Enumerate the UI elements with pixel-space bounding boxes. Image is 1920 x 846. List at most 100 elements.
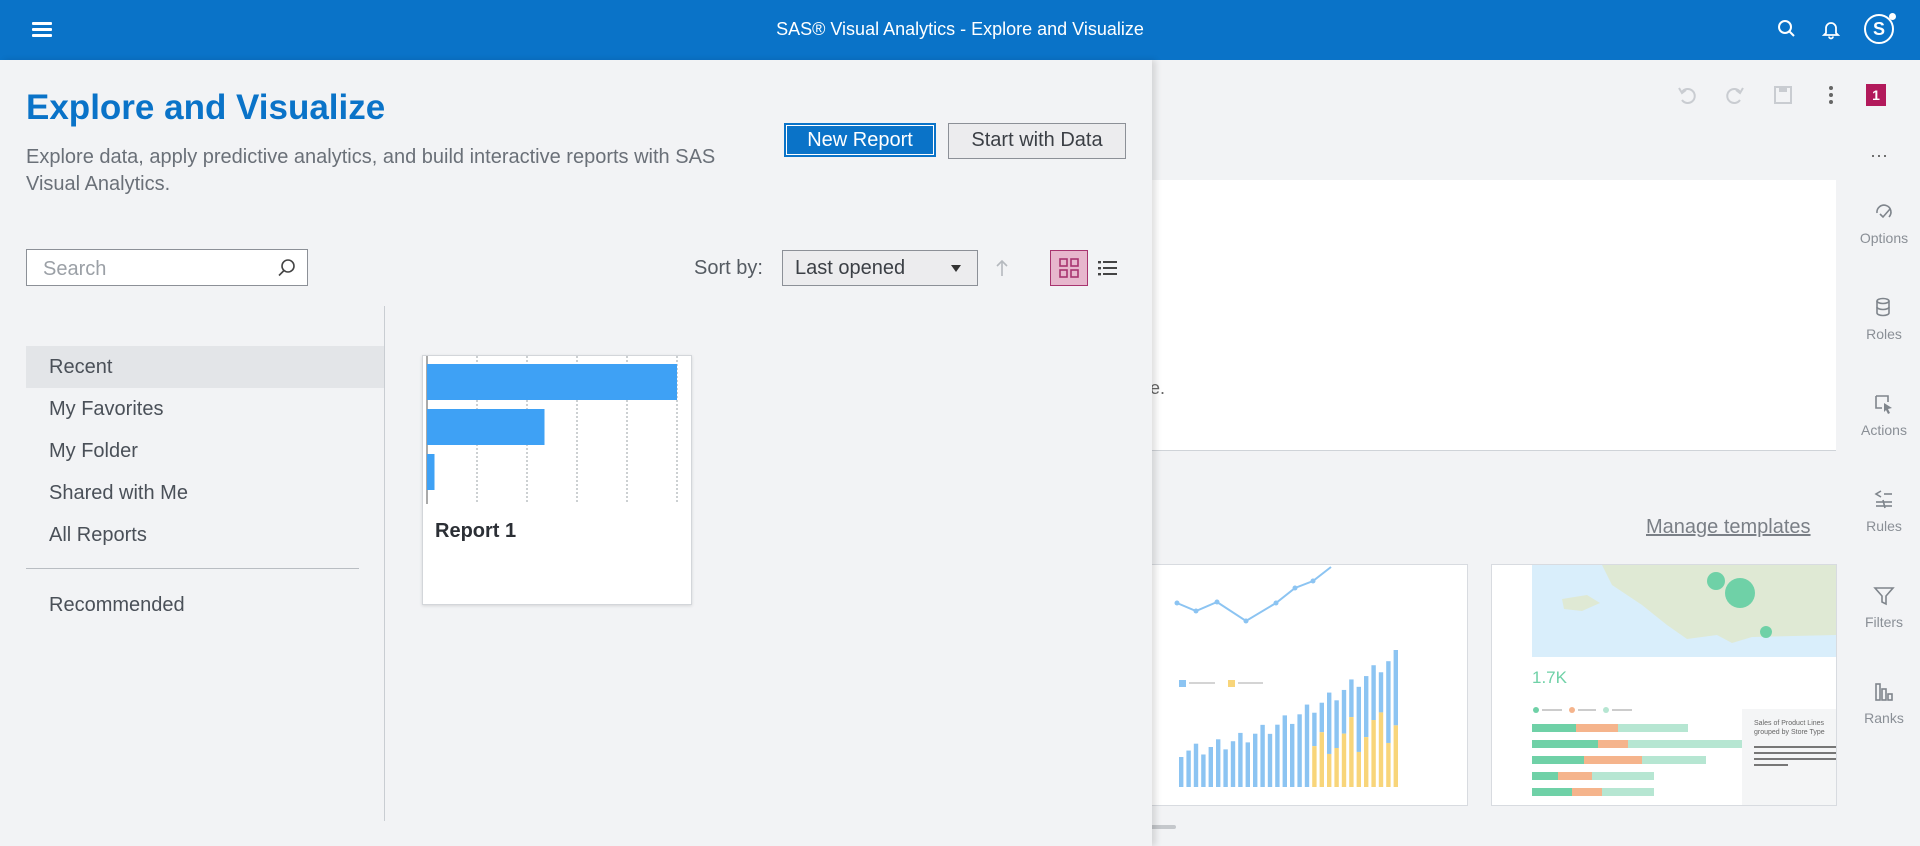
nav-divider (26, 568, 359, 569)
thumbnail-bar (1364, 676, 1369, 738)
thumbnail-bar-segment (1364, 737, 1369, 787)
search-input[interactable] (41, 256, 265, 282)
thumbnail-bar-segment (1584, 756, 1642, 764)
options-icon (1876, 204, 1892, 219)
thumbnail-bar (1193, 743, 1199, 787)
thumbnail-bar (1201, 754, 1206, 787)
panel-divider (384, 306, 385, 821)
thumbnail-bar-segment (1602, 788, 1654, 796)
thumbnail-bar-segment (1618, 724, 1688, 732)
thumbnail-bar-segment (1371, 720, 1376, 787)
rail-more-icon[interactable]: ⋯ (1870, 146, 1889, 167)
section-divider (1150, 450, 1836, 451)
sort-by-dropdown[interactable]: Last opened (782, 250, 978, 286)
page-badge[interactable]: 1 (1866, 84, 1886, 106)
chevron-down-icon (951, 265, 961, 272)
rail-filters[interactable]: Filters (1848, 584, 1920, 630)
new-report-button[interactable]: New Report (784, 123, 936, 157)
search-icon[interactable] (1776, 18, 1798, 40)
thumbnail-bar-segment (1558, 772, 1592, 780)
search-icon[interactable] (277, 258, 297, 278)
thumbnail-bar (1290, 723, 1295, 787)
nav-item-recent[interactable]: Recent (26, 346, 384, 388)
thumbnail-bar-segment (1356, 751, 1361, 787)
bar (427, 364, 677, 400)
sort-by-label: Sort by: (694, 257, 763, 279)
thumbnail-bar (1179, 757, 1184, 787)
thumbnail-bar-segment (1532, 772, 1558, 780)
rail-options-label: Options (1859, 230, 1909, 246)
thumbnail-bar (1230, 741, 1236, 787)
report-canvas (1150, 180, 1836, 450)
thumbnail-bar (1216, 739, 1221, 787)
start-with-data-button[interactable]: Start with Data (948, 123, 1126, 159)
template-card[interactable] (1150, 564, 1468, 806)
ranks-icon (1875, 683, 1893, 701)
list-view-icon (1098, 261, 1117, 276)
thumbnail-bar-segment (1319, 732, 1324, 787)
thumbnail-bar-segment (1312, 746, 1317, 787)
rail-actions-label: Actions (1861, 422, 1907, 438)
user-avatar[interactable]: S (1864, 13, 1896, 44)
thumbnail-bar-segment (1598, 740, 1628, 748)
thumbnail-bar (1378, 672, 1384, 713)
nav-item-all-reports[interactable]: All Reports (26, 514, 384, 556)
thumbnail-bar-segment (1532, 788, 1572, 796)
notifications-bell-icon[interactable] (1820, 18, 1842, 40)
nav-item-my-favorites[interactable]: My Favorites (26, 388, 384, 430)
template-caption-line: grouped by Store Type (1754, 729, 1825, 736)
template-kpi-value: 1.7K (1532, 668, 1568, 687)
grid-view-icon (1059, 258, 1079, 278)
rail-rules-label: Rules (1866, 518, 1902, 534)
redo-icon[interactable] (1722, 82, 1748, 108)
nav-item-recommended[interactable]: Recommended (26, 584, 185, 626)
thumbnail-bar (1245, 742, 1250, 787)
thumbnail-bar (1267, 733, 1273, 787)
nav-item-shared-with-me[interactable]: Shared with Me (26, 472, 384, 514)
thumbnail-bar (1223, 749, 1228, 787)
thumbnail-bar (1208, 747, 1213, 787)
thumbnail-bar (1327, 692, 1332, 754)
report-card[interactable]: Report 1 (422, 355, 692, 605)
nav-item-my-folder[interactable]: My Folder (26, 430, 384, 472)
rules-icon (1874, 490, 1892, 509)
user-initial: S (1872, 19, 1885, 39)
save-icon[interactable] (1770, 82, 1796, 108)
app-header: SAS® Visual Analytics - Explore and Visu… (0, 0, 1920, 60)
thumbnail-bar (1349, 679, 1354, 718)
thumbnail-bar-segment (1572, 788, 1602, 796)
rail-rules[interactable]: Rules (1848, 488, 1920, 534)
thumbnail-bar (1238, 732, 1243, 787)
manage-templates-link[interactable]: Manage templates (1646, 516, 1811, 539)
rail-roles-label: Roles (1866, 326, 1902, 342)
search-field (26, 249, 308, 286)
thumbnail-bar-segment (1576, 724, 1618, 732)
roles-icon (1876, 297, 1890, 317)
thumbnail-bar (1393, 650, 1398, 726)
more-options-icon[interactable] (1818, 82, 1844, 108)
thumbnail-bar (1341, 689, 1347, 734)
rail-options[interactable]: Options (1848, 200, 1920, 246)
horizontal-scrollbar-thumb[interactable] (1150, 825, 1176, 829)
thumbnail-bar (1319, 702, 1324, 733)
rail-ranks[interactable]: Ranks (1848, 680, 1920, 726)
thumbnail-bar (1304, 704, 1310, 787)
template-caption-line: Sales of Product Lines (1754, 720, 1825, 727)
thumbnail-bar-segment (1532, 740, 1598, 748)
undo-icon[interactable] (1674, 82, 1700, 108)
rail-filters-label: Filters (1864, 614, 1904, 630)
list-view-toggle[interactable] (1090, 250, 1126, 286)
thumbnail-bar-segment (1386, 742, 1391, 787)
thumbnail-bar-segment (1378, 712, 1384, 787)
thumbnail-bar-segment (1592, 772, 1654, 780)
report-name: Report 1 (435, 520, 517, 542)
thumbnail-bar (1386, 661, 1391, 743)
template-card[interactable]: 1.7K Sales of Product Lines grouped by St… (1491, 564, 1837, 806)
sort-direction-arrow-up-icon[interactable] (990, 256, 1014, 280)
explore-visualize-panel: Explore and Visualize Explore data, appl… (0, 60, 1152, 846)
grid-view-toggle[interactable] (1050, 250, 1088, 286)
thumbnail-bar (1371, 665, 1376, 721)
rail-roles[interactable]: Roles (1848, 296, 1920, 342)
rail-actions[interactable]: Actions (1848, 392, 1920, 438)
page-description: Explore data, apply predictive analytics… (26, 146, 716, 195)
